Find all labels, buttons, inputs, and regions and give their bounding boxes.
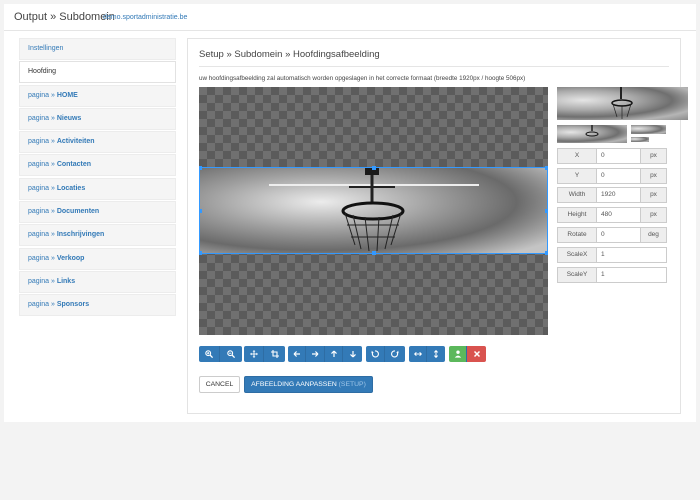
domain-link[interactable]: demo.sportadministratie.be	[103, 14, 187, 21]
flip-horizontal-icon	[413, 352, 422, 356]
move-group	[288, 346, 362, 362]
zoom-out-icon	[227, 350, 235, 358]
crop-handle-nw[interactable]	[199, 166, 202, 170]
preview-medium	[557, 125, 627, 143]
crop-button[interactable]	[264, 346, 285, 362]
crop-handle-w[interactable]	[199, 209, 202, 213]
format-info: uw hoofdingsafbeelding zal automatisch w…	[199, 75, 526, 82]
preview-tiny	[631, 137, 649, 142]
scaley-input[interactable]: 1	[597, 267, 667, 283]
crop-handle-n[interactable]	[372, 166, 376, 170]
sidebar-item-locaties[interactable]: pagina » Locaties	[19, 177, 176, 200]
page: Output » Subdomein demo.sportadministrat…	[4, 4, 696, 422]
x-input[interactable]: 0	[597, 148, 641, 164]
crop-icon	[270, 350, 279, 358]
crop-box[interactable]	[199, 166, 548, 255]
arrow-right-icon	[312, 351, 319, 357]
preview-large	[557, 87, 688, 120]
field-x: X 0 px	[557, 148, 667, 164]
upload-icon	[454, 350, 461, 358]
sidebar-item-contacten[interactable]: pagina » Contacten	[19, 154, 176, 177]
field-y: Y 0 px	[557, 168, 667, 184]
sidebar-item-sponsors[interactable]: pagina » Sponsors	[19, 294, 176, 317]
cancel-button[interactable]: CANCEL	[199, 376, 240, 393]
move-up-button[interactable]	[325, 346, 343, 362]
apply-image-button[interactable]: AFBEELDING AANPASSEN (SETUP)	[244, 376, 373, 393]
divider	[199, 66, 669, 67]
rotate-right-button[interactable]	[385, 346, 405, 362]
field-width: Width 1920 px	[557, 187, 667, 203]
flip-group	[409, 346, 445, 362]
image-editor-panel: Setup » Subdomein » Hoofdingsafbeelding …	[187, 38, 688, 414]
remove-button[interactable]	[467, 346, 486, 362]
sidebar-item-verkoop[interactable]: pagina » Verkoop	[19, 247, 176, 270]
page-title: Output » Subdomein	[14, 11, 115, 23]
flip-vertical-button[interactable]	[427, 346, 445, 362]
crop-handle-se[interactable]	[545, 251, 548, 255]
sidebar-item-nieuws[interactable]: pagina » Nieuws	[19, 107, 176, 130]
field-scaley: ScaleY 1	[557, 267, 667, 283]
image-actions-group	[449, 346, 486, 362]
crop-handle-sw[interactable]	[199, 251, 202, 255]
remove-icon	[473, 350, 480, 358]
rotate-group	[366, 346, 405, 362]
sidebar-item-links[interactable]: pagina » Links	[19, 270, 176, 293]
zoom-in-icon	[205, 350, 213, 358]
mode-group	[244, 346, 285, 362]
arrow-up-icon	[330, 350, 337, 357]
move-left-button[interactable]	[288, 346, 306, 362]
zoom-in-button[interactable]	[199, 346, 220, 362]
sidebar-item-home[interactable]: pagina » HOME	[19, 84, 176, 107]
crop-canvas[interactable]	[199, 87, 548, 335]
sidebar-item-hoofding[interactable]: Hoofding	[19, 61, 176, 84]
move-down-button[interactable]	[343, 346, 362, 362]
sidebar-item-inschrijvingen[interactable]: pagina » Inschrijvingen	[19, 224, 176, 247]
sidebar: Instellingen Hoofding pagina » HOME pagi…	[19, 38, 176, 318]
field-rotate: Rotate 0 deg	[557, 227, 667, 243]
height-input[interactable]: 480	[597, 207, 641, 223]
zoom-group	[199, 346, 242, 362]
scalex-input[interactable]: 1	[597, 247, 667, 263]
zoom-out-button[interactable]	[220, 346, 242, 362]
panel-title: Setup » Subdomein » Hoofdingsafbeelding	[199, 49, 380, 60]
move-button[interactable]	[244, 346, 264, 362]
rotate-input[interactable]: 0	[597, 227, 641, 243]
preview-small	[631, 125, 666, 134]
field-height: Height 480 px	[557, 207, 667, 223]
upload-button[interactable]	[449, 346, 467, 362]
sidebar-item-documenten[interactable]: pagina » Documenten	[19, 201, 176, 224]
field-scalex: ScaleX 1	[557, 247, 667, 263]
crop-handle-s[interactable]	[372, 251, 376, 255]
arrow-left-icon	[293, 351, 300, 357]
move-right-button[interactable]	[306, 346, 325, 362]
y-input[interactable]: 0	[597, 168, 641, 184]
top-bar: Output » Subdomein demo.sportadministrat…	[4, 4, 696, 31]
sidebar-item-instellingen[interactable]: Instellingen	[19, 38, 176, 60]
crop-handle-ne[interactable]	[545, 166, 548, 170]
rotate-left-button[interactable]	[366, 346, 385, 362]
rotate-right-icon	[391, 350, 399, 358]
arrow-down-icon	[349, 351, 356, 358]
rotate-left-icon	[371, 350, 379, 358]
flip-horizontal-button[interactable]	[409, 346, 427, 362]
move-icon	[249, 350, 258, 358]
width-input[interactable]: 1920	[597, 187, 641, 203]
crop-handle-e[interactable]	[545, 209, 548, 213]
flip-vertical-icon	[434, 350, 438, 358]
sidebar-item-activiteiten[interactable]: pagina » Activiteiten	[19, 131, 176, 154]
